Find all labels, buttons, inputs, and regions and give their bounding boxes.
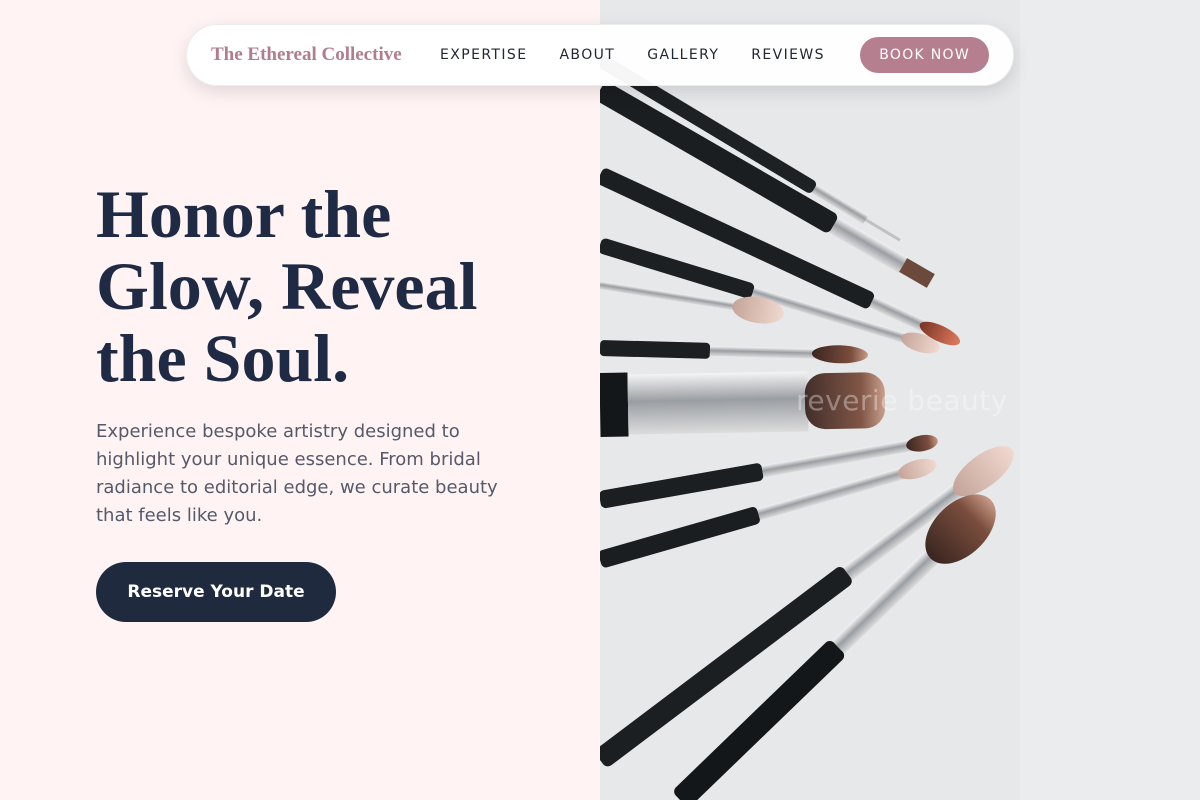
nav-link-gallery[interactable]: GALLERY <box>647 47 719 63</box>
hero-subcopy: Experience bespoke artistry designed to … <box>96 421 498 526</box>
reserve-date-button[interactable]: Reserve Your Date <box>96 562 336 622</box>
hero-left-panel <box>0 0 600 800</box>
image-watermark: reverie beauty <box>796 384 1008 417</box>
nav-link-about[interactable]: ABOUT <box>559 47 615 63</box>
hero-headline: Honor the Glow, Reveal the Soul. <box>96 176 478 396</box>
nav-link-reviews[interactable]: REVIEWS <box>751 47 825 63</box>
nav-links: EXPERTISE ABOUT GALLERY REVIEWS <box>440 47 825 63</box>
hero-image-panel: reverie beauty <box>600 0 1200 800</box>
top-navbar: The Ethereal Collective EXPERTISE ABOUT … <box>186 24 1014 86</box>
book-now-button[interactable]: BOOK NOW <box>860 37 989 73</box>
nav-link-expertise[interactable]: EXPERTISE <box>440 47 527 63</box>
brand-logo[interactable]: The Ethereal Collective <box>211 44 440 66</box>
